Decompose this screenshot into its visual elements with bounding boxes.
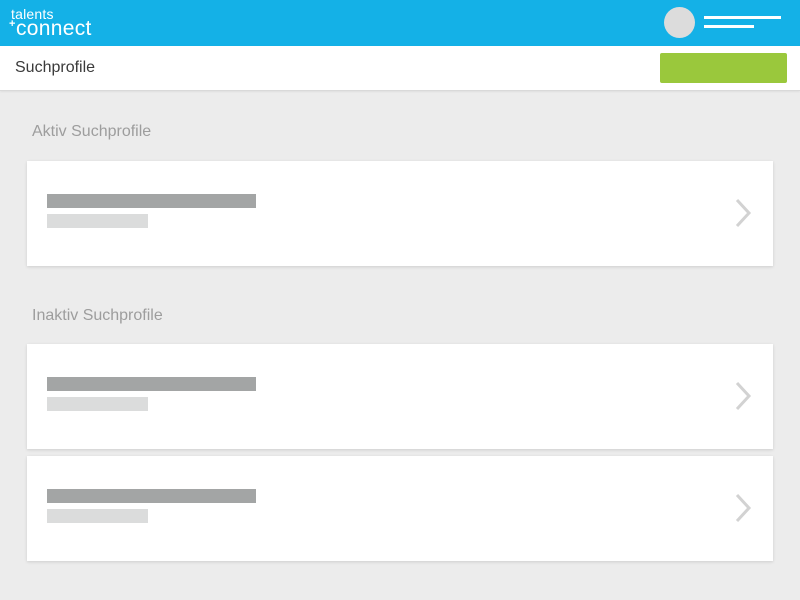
profile-subtitle-placeholder (47, 397, 148, 411)
chevron-right-icon (735, 381, 752, 411)
user-menu[interactable] (704, 14, 782, 32)
profile-title-placeholder (47, 377, 256, 391)
search-profile-card-inactive-2[interactable] (27, 456, 773, 561)
user-name-placeholder-line (704, 16, 781, 19)
new-search-profile-button[interactable] (660, 53, 787, 83)
page-title: Suchprofile (15, 59, 96, 76)
chevron-right-icon (735, 198, 752, 228)
page-header: Suchprofile (0, 46, 800, 91)
profile-subtitle-placeholder (47, 214, 148, 228)
avatar[interactable] (664, 7, 695, 38)
profile-title-placeholder (47, 194, 256, 208)
talents-connect-logo[interactable]: talents + connect (9, 6, 110, 40)
section-heading-active: Aktiv Suchprofile (32, 123, 152, 140)
search-profile-card-active-1[interactable] (27, 161, 773, 266)
logo-text-bottom: connect (16, 17, 92, 40)
chevron-right-icon (735, 493, 752, 523)
logo-plus: + (9, 18, 16, 30)
user-role-placeholder-line (704, 25, 754, 28)
top-bar: talents + connect (0, 0, 800, 46)
profile-subtitle-placeholder (47, 509, 148, 523)
profile-title-placeholder (47, 489, 256, 503)
section-heading-inactive: Inaktiv Suchprofile (32, 307, 163, 324)
search-profile-card-inactive-1[interactable] (27, 344, 773, 449)
